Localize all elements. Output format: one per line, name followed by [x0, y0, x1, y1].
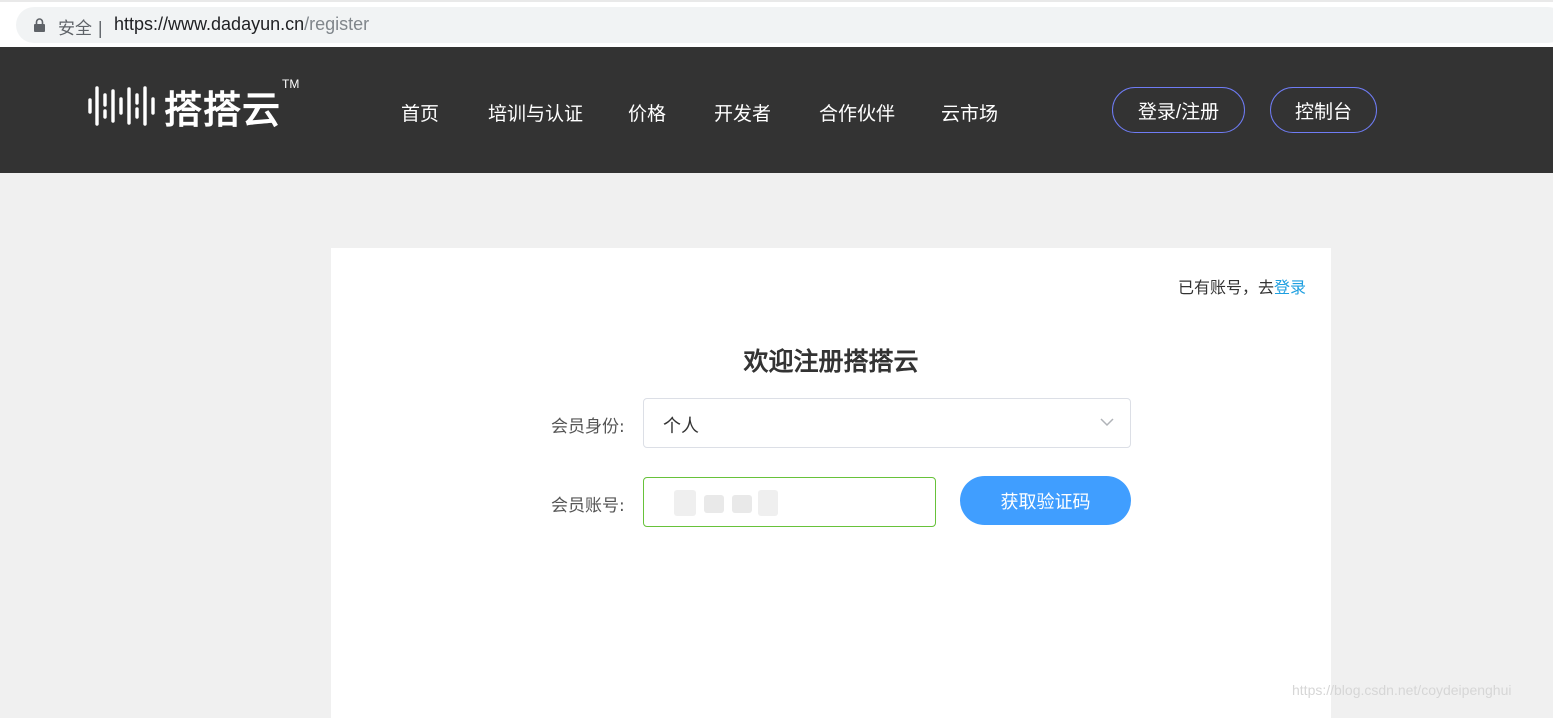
has-account-text: 已有账号，去: [1177, 278, 1274, 297]
login-register-button[interactable]: 登录/注册: [1112, 87, 1245, 133]
nav-item-home[interactable]: 首页: [401, 99, 439, 126]
get-code-button[interactable]: 获取验证码: [960, 476, 1131, 525]
lock-icon: [34, 18, 45, 32]
chevron-down-icon: [1100, 418, 1114, 427]
secure-label: 安全 |: [58, 19, 104, 39]
has-account-hint: 已有账号，去登录: [1178, 274, 1306, 298]
member-type-label: 会员身份:: [551, 417, 625, 437]
account-input[interactable]: [644, 478, 935, 526]
nav-item-pricing[interactable]: 价格: [628, 99, 666, 126]
nav-item-partners[interactable]: 合作伙伴: [819, 99, 895, 126]
account-label: 会员账号:: [551, 496, 625, 516]
login-link[interactable]: 登录: [1274, 278, 1306, 297]
register-card: 已有账号，去登录 欢迎注册搭搭云 会员身份: 个人 会员账号: 获取验证码: [331, 248, 1331, 718]
browser-address-bar: 安全 | https://www.dadayun.cn/register: [0, 0, 1553, 47]
nav-item-training[interactable]: 培训与认证: [488, 99, 583, 126]
watermark: https://blog.csdn.net/coydeipenghui: [1292, 682, 1512, 698]
console-button[interactable]: 控制台: [1270, 87, 1377, 133]
nav-item-developer[interactable]: 开发者: [714, 99, 771, 126]
member-type-value: 个人: [663, 416, 699, 437]
page-title: 欢迎注册搭搭云: [743, 347, 919, 376]
nav-item-marketplace[interactable]: 云市场: [941, 99, 998, 126]
url-host: https://www.dadayun.cn: [114, 14, 305, 34]
member-type-select[interactable]: 个人: [643, 398, 1131, 448]
url-field[interactable]: 安全 | https://www.dadayun.cn/register: [16, 7, 1553, 43]
account-input-wrapper: [643, 477, 936, 527]
url-path: /register: [304, 14, 370, 34]
site-header: 搭搭云 TM 首页 培训与认证 价格 开发者 合作伙伴 云市场 登录/注册 控制…: [0, 47, 1553, 173]
url-text[interactable]: https://www.dadayun.cn/register: [114, 14, 369, 35]
